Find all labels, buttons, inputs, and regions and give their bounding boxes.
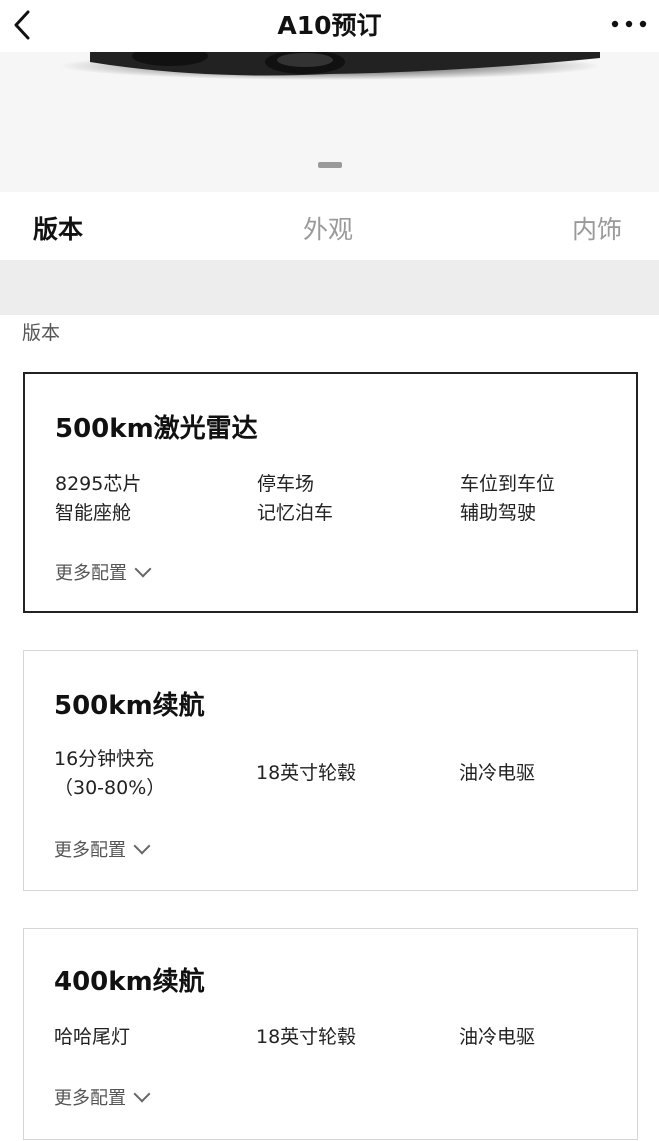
chevron-down-icon	[133, 837, 151, 855]
nav-header: A10预订	[0, 0, 659, 52]
feature-item: 车位到车位 辅助驾驶	[460, 473, 556, 524]
more-options-icon[interactable]	[609, 18, 649, 30]
more-config-link[interactable]: 更多配置	[54, 1084, 151, 1110]
feature-item: 停车场 记忆泊车	[257, 473, 334, 524]
tab-exterior[interactable]: 外观	[303, 210, 353, 246]
feature-item: 8295芯片 智能座舱	[55, 473, 142, 524]
chevron-down-icon	[133, 1085, 151, 1103]
card-title: 400km续航	[54, 967, 205, 997]
feature-item: 18英寸轮毂	[256, 762, 357, 784]
more-config-link[interactable]: 更多配置	[55, 559, 152, 585]
version-card-500km[interactable]: 500km续航 16分钟快充 （30-80%） 18英寸轮毂 油冷电驱 更多配置	[23, 650, 638, 891]
more-config-link[interactable]: 更多配置	[54, 836, 151, 862]
tab-version[interactable]: 版本	[33, 210, 83, 246]
drag-handle[interactable]	[318, 162, 342, 168]
feature-item: 18英寸轮毂	[256, 1026, 357, 1048]
feature-item: 哈哈尾灯	[54, 1026, 131, 1048]
feature-item: 油冷电驱	[459, 762, 536, 784]
version-card-400km[interactable]: 400km续航 哈哈尾灯 18英寸轮毂 油冷电驱 更多配置	[23, 928, 638, 1140]
chevron-down-icon	[134, 560, 152, 578]
car-image	[0, 52, 659, 192]
section-label: 版本	[22, 322, 61, 344]
tab-bar: 版本 外观 内饰	[0, 192, 659, 258]
feature-item: 油冷电驱	[459, 1026, 536, 1048]
page-title: A10预订	[277, 11, 382, 40]
card-title: 500km激光雷达	[55, 414, 258, 444]
tab-interior[interactable]: 内饰	[572, 210, 622, 246]
feature-item: 16分钟快充 （30-80%）	[54, 748, 166, 799]
version-card-lidar[interactable]: 500km激光雷达 8295芯片 智能座舱 停车场 记忆泊车 车位到车位 辅助驾…	[23, 372, 638, 613]
divider-band	[0, 260, 659, 315]
card-title: 500km续航	[54, 691, 205, 721]
